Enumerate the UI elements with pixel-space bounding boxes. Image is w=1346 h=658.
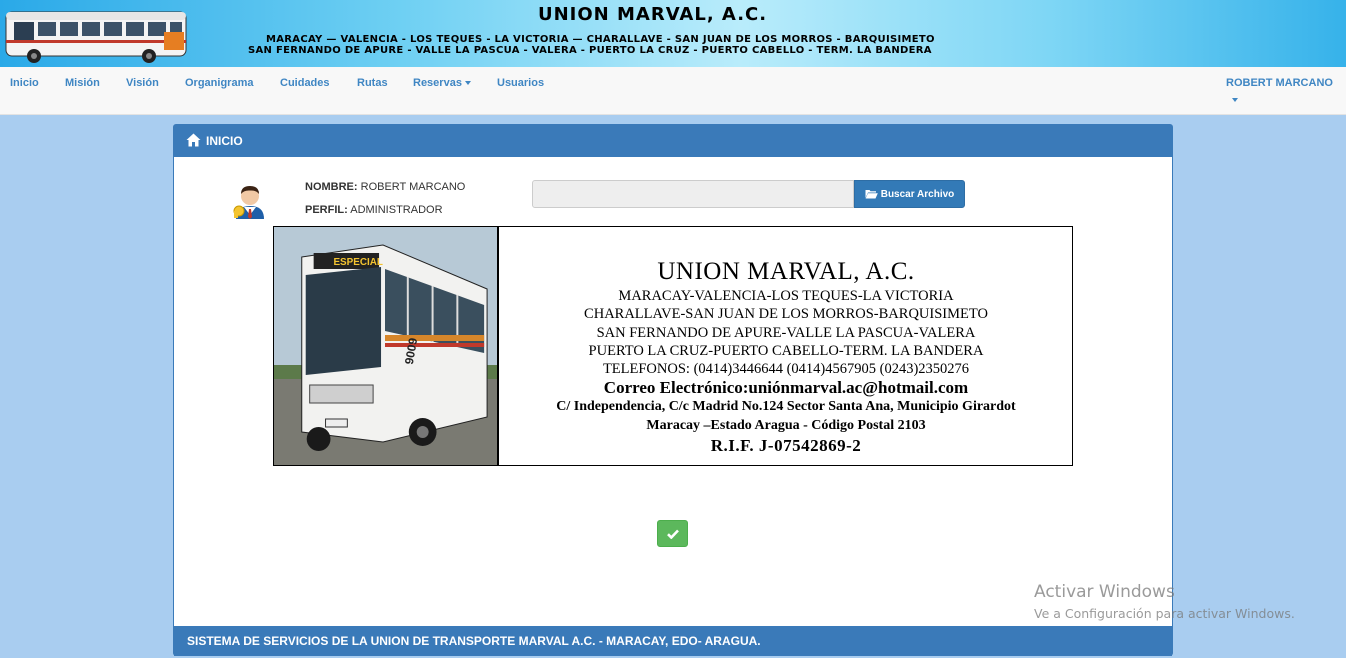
user-avatar-icon (233, 186, 264, 219)
letterhead-line-4: PUERTO LA CRUZ-PUERTO CABELLO-TERM. LA B… (588, 342, 984, 359)
home-icon (186, 133, 201, 147)
banner-routes-line-2: SAN FERNANDO DE APURE - VALLE LA PASCUA … (248, 45, 932, 56)
perfil-value: ADMINISTRADOR (350, 204, 443, 216)
check-icon (666, 529, 679, 539)
nav-item-inicio[interactable]: Inicio (10, 77, 39, 89)
panel-title: INICIO (206, 134, 243, 148)
nombre-label: NOMBRE: (305, 181, 358, 193)
user-profile-row: PERFIL: ADMINISTRADOR (305, 204, 443, 216)
bus-sign-text: ESPECIAL (333, 257, 382, 268)
file-path-input[interactable] (532, 180, 854, 208)
nav-item-cuidades[interactable]: Cuidades (280, 77, 330, 89)
windows-activation-subtitle: Ve a Configuración para activar Windows. (1034, 606, 1295, 621)
folder-open-icon (865, 190, 878, 199)
letterhead-phones: TELEFONOS: (0414)3446644 (0414)4567905 (… (602, 361, 970, 378)
letterhead-title: UNION MARVAL, A.C. (657, 258, 915, 285)
banner-title: UNION MARVAL, A.C. (538, 4, 768, 25)
nav-item-usuarios[interactable]: Usuarios (497, 77, 544, 89)
nav-dropdown-reservas[interactable]: Reservas (413, 77, 471, 89)
nav-item-vision[interactable]: Visión (126, 77, 159, 89)
header-banner: UNION MARVAL, A.C. MARACAY — VALENCIA - … (0, 0, 1346, 67)
letterhead-line-2: CHARALLAVE-SAN JUAN DE LOS MORROS-BARQUI… (584, 306, 988, 323)
panel-footer: SISTEMA DE SERVICIOS DE LA UNION DE TRAN… (174, 626, 1172, 656)
inicio-panel: INICIO NOMBRE: ROBERT MARCANO PERFIL: AD… (173, 124, 1173, 656)
perfil-label: PERFIL: (305, 204, 348, 216)
main-navbar: Inicio Misión Visión Organigrama Cuidade… (0, 67, 1346, 115)
letterhead-line-1: MARACAY-VALENCIA-LOS TEQUES-LA VICTORIA (618, 288, 954, 304)
banner-routes-line-1: MARACAY — VALENCIA - LOS TEQUES - LA VIC… (266, 34, 935, 45)
footer-text: SISTEMA DE SERVICIOS DE LA UNION DE TRAN… (187, 634, 761, 648)
nav-item-organigrama[interactable]: Organigrama (185, 77, 253, 89)
nombre-value: ROBERT MARCANO (360, 181, 466, 193)
user-menu-chevron-down-icon[interactable] (1232, 98, 1238, 102)
bus-photo: ESPECIAL 9009 (274, 227, 499, 465)
letterhead-line-3: SAN FERNANDO DE APURE-VALLE LA PASCUA-VA… (596, 324, 976, 341)
letterhead-rif: R.I.F. J-07542869-2 (710, 436, 862, 456)
user-name-row: NOMBRE: ROBERT MARCANO (305, 181, 465, 193)
buscar-archivo-label: Buscar Archivo (880, 188, 955, 200)
letterhead-address-1: C/ Independencia, C/c Madrid No.124 Sect… (556, 399, 1016, 415)
confirm-button[interactable] (657, 520, 688, 547)
user-menu[interactable]: ROBERT MARCANO (1226, 77, 1333, 89)
chevron-down-icon (464, 81, 471, 86)
windows-activation-title: Activar Windows (1034, 582, 1175, 602)
bus-logo-image (5, 11, 187, 63)
letterhead-address-2: Maracay –Estado Aragua - Código Postal 2… (646, 417, 926, 433)
letterhead-image: ESPECIAL 9009 UNION MARVAL, A.C. MARACAY… (273, 226, 1073, 466)
panel-heading: INICIO (174, 125, 1172, 157)
nav-item-rutas[interactable]: Rutas (357, 77, 388, 89)
letterhead-email: Correo Electrónico:uniónmarval.ac@hotmai… (603, 378, 969, 398)
nav-item-mision[interactable]: Misión (65, 77, 100, 89)
nav-dropdown-reservas-label: Reservas (413, 77, 462, 89)
buscar-archivo-button[interactable]: Buscar Archivo (854, 180, 965, 208)
letterhead-text: UNION MARVAL, A.C. MARACAY-VALENCIA-LOS … (500, 257, 1072, 457)
